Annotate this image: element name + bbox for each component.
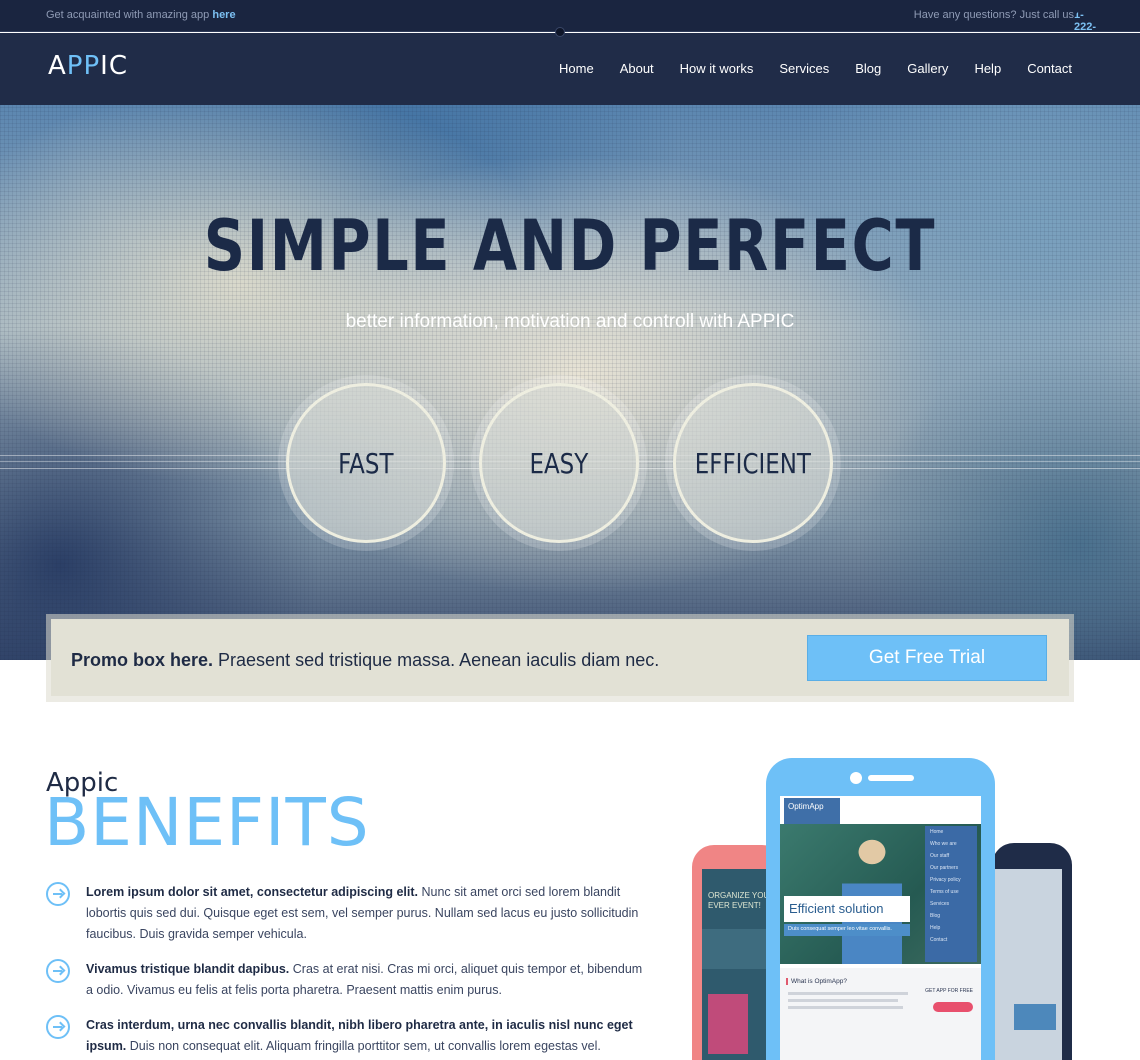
promo-box: Promo box here. Praesent sed tristique m… (46, 614, 1074, 702)
top-bar-intro-link[interactable]: here (212, 9, 235, 21)
phone-menu-item: Our staff (930, 853, 950, 859)
benefit-text: Vivamus tristique blandit dapibus. Cras … (86, 959, 646, 1001)
logo-part-2: PP (66, 51, 101, 81)
top-bar-contact-text: Have any questions? Just call us (913, 9, 1074, 21)
feature-circle-label: EASY (529, 446, 589, 480)
arrow-right-circle-icon (46, 1015, 70, 1039)
benefits-title: BENEFITS (44, 784, 370, 861)
hero-section: SIMPLE AND PERFECT better information, m… (0, 105, 1140, 660)
phone-menu-item: Who we are (930, 841, 957, 847)
phone-camera (850, 772, 862, 784)
phone-menu-item: Contact (930, 937, 948, 943)
logo[interactable]: APPIC (48, 51, 128, 81)
phone-question: What is OptimApp? (786, 978, 847, 985)
feature-circle-efficient: EFFICIENT (665, 375, 841, 551)
phone-menu-item: Home (930, 829, 944, 835)
phone-menu-item: Privacy policy (930, 877, 961, 883)
benefit-bold: Vivamus tristique blandit dapibus. (86, 962, 290, 976)
phone-text-line (788, 992, 908, 995)
phone-screen-hero: Home Who we are Our staff Our partners P… (780, 824, 981, 964)
phone-menu-item: Help (930, 925, 941, 931)
phone-screen: OptimApp Home Who we are Our staff Our p… (780, 796, 981, 1060)
feature-circle-inner: EASY (479, 383, 639, 543)
logo-part-3: IC (100, 51, 128, 81)
benefit-body: Duis non consequat elit. Aliquam fringil… (129, 1039, 601, 1053)
feature-circle-label: EFFICIENT (694, 446, 812, 480)
benefit-text: Cras interdum, urna nec convallis blandi… (86, 1015, 646, 1060)
nav-contact[interactable]: Contact (1027, 61, 1072, 76)
main-nav: Home About How it works Services Blog Ga… (533, 61, 1072, 76)
arrow-right-circle-icon (46, 882, 70, 906)
nav-help[interactable]: Help (974, 61, 1001, 76)
navbar: APPIC Home About How it works Services B… (0, 33, 1140, 105)
arrow-right-circle-icon (46, 959, 70, 983)
phone-get-app-button (933, 1002, 973, 1012)
nav-gallery[interactable]: Gallery (907, 61, 948, 76)
feature-circle-inner: EFFICIENT (673, 383, 833, 543)
feature-circle-inner: FAST (286, 383, 446, 543)
top-bar: Get acquainted with amazing app here Hav… (0, 0, 1140, 57)
feature-circle-easy: EASY (471, 375, 647, 551)
nav-home[interactable]: Home (559, 61, 594, 76)
phone-navy-block (1014, 1004, 1056, 1030)
phone-subline: Duis consequat semper leo vitae convalli… (784, 924, 910, 936)
top-bar-intro: Get acquainted with amazing app here (46, 9, 236, 21)
phone-mockup-navy (992, 843, 1072, 1060)
optimapp-logo: OptimApp (784, 798, 840, 824)
hero-title: SIMPLE AND PERFECT (203, 205, 937, 287)
nav-blog[interactable]: Blog (855, 61, 881, 76)
promo-text-bold: Promo box here. (71, 650, 214, 670)
phone-menu-item: Blog (930, 913, 941, 919)
benefit-text: Lorem ipsum dolor sit amet, consectetur … (86, 882, 646, 945)
nav-about[interactable]: About (620, 61, 654, 76)
promo-text: Promo box here. Praesent sed tristique m… (71, 650, 659, 671)
nav-services[interactable]: Services (779, 61, 829, 76)
nav-how-it-works[interactable]: How it works (680, 61, 754, 76)
phone-mockup-blue: OptimApp Home Who we are Our staff Our p… (766, 758, 995, 1060)
benefit-item: Lorem ipsum dolor sit amet, consectetur … (46, 882, 646, 945)
logo-part-1: A (48, 51, 67, 81)
phone-menu-item: Services (930, 901, 950, 907)
phone-menu-item: Terms of use (930, 889, 959, 895)
benefit-item: Vivamus tristique blandit dapibus. Cras … (46, 959, 646, 1001)
feature-circle-fast: FAST (278, 375, 454, 551)
phone-get-app-label: GET APP FOR FREE (925, 988, 973, 994)
phone-screen (992, 869, 1062, 1060)
benefit-item: Cras interdum, urna nec convallis blandi… (46, 1015, 646, 1060)
phone-text-line (788, 999, 898, 1002)
top-bar-contact: Have any questions? Just call us 1-222-3… (913, 9, 1099, 57)
phone-pink-card (708, 994, 748, 1054)
top-bar-intro-text: Get acquainted with amazing app (46, 9, 210, 21)
phone-speaker (868, 775, 914, 781)
phone-menu: Home Who we are Our staff Our partners P… (925, 826, 977, 962)
benefit-bold: Lorem ipsum dolor sit amet, consectetur … (86, 885, 419, 899)
phone-headline: Efficient solution (784, 896, 910, 922)
top-bar-toggle-knob[interactable] (555, 27, 565, 37)
phone-menu-item: Our partners (930, 865, 959, 871)
promo-inner: Promo box here. Praesent sed tristique m… (51, 619, 1069, 696)
hero-subtitle: better information, motivation and contr… (345, 311, 795, 332)
phone-text-line (788, 1006, 903, 1009)
phone-screen-lower: What is OptimApp? GET APP FOR FREE (780, 968, 981, 1060)
promo-text-body: Praesent sed tristique massa. Aenean iac… (213, 650, 660, 670)
feature-circle-label: FAST (338, 446, 394, 480)
get-free-trial-button[interactable]: Get Free Trial (807, 635, 1047, 681)
